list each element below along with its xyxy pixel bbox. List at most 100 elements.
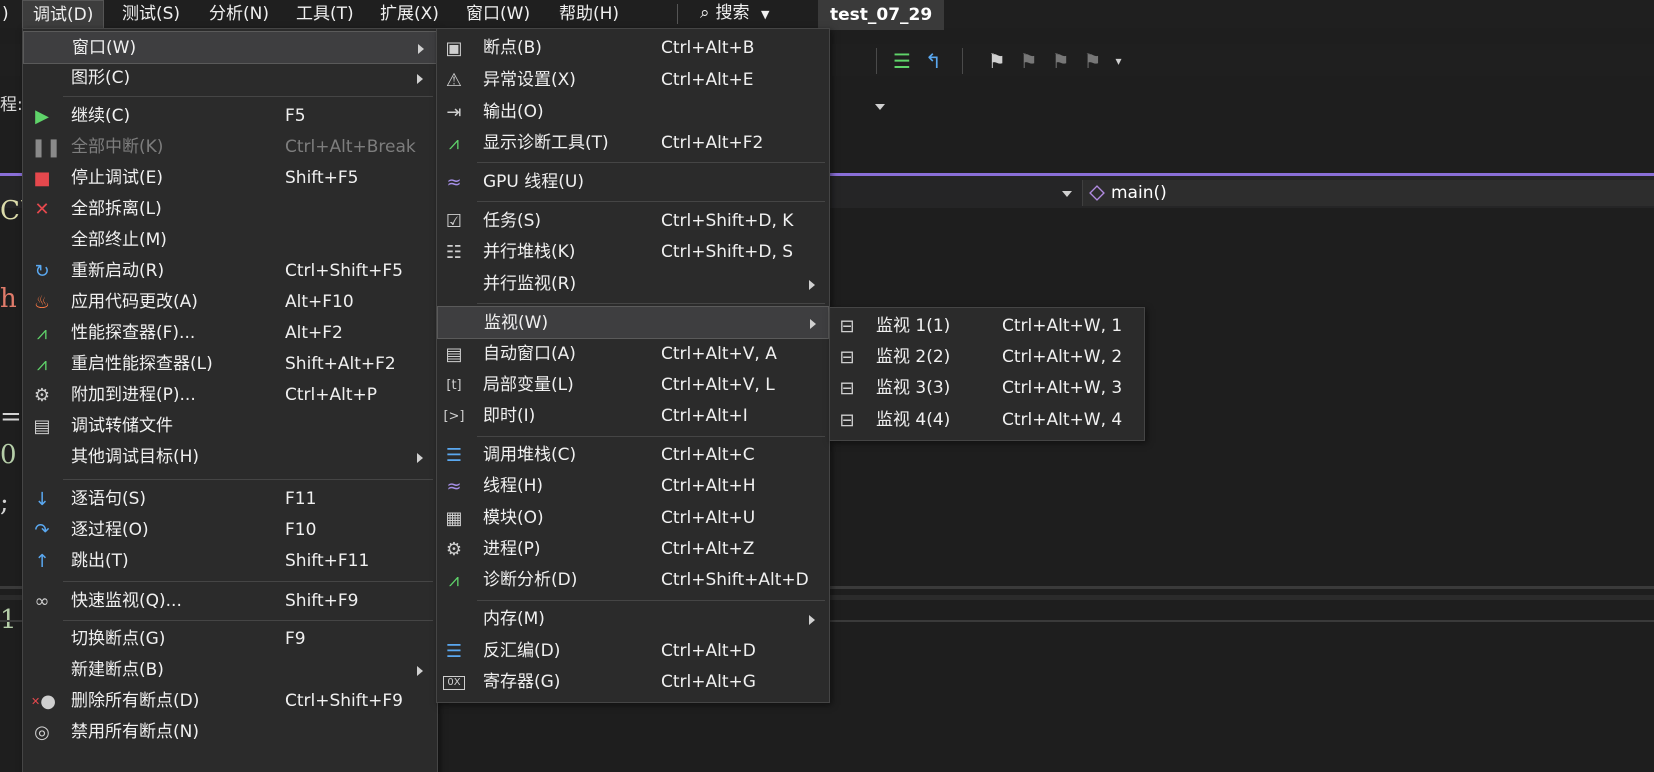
- menu-help[interactable]: 帮助(H): [549, 0, 629, 28]
- menu-item-shortcut: Ctrl+Alt+H: [661, 476, 756, 496]
- menu-separator: [63, 479, 433, 480]
- bookmark-next-icon[interactable]: ⚑: [1052, 49, 1070, 73]
- menu-item-label: 寄存器(G): [483, 672, 561, 692]
- menu-bar: ) 调试(D) 测试(S) 分析(N) 工具(T) 扩展(X) 窗口(W) 帮助…: [0, 0, 1654, 30]
- process-label: 程:: [0, 95, 23, 115]
- debug-menu-item-break-all[interactable]: ❚❚ 全部中断(K) Ctrl+Alt+Break: [23, 131, 437, 164]
- watch-window-icon: ⊟: [839, 347, 855, 368]
- window-item-memory[interactable]: 内存(M): [437, 603, 829, 636]
- debug-menu-item-continue[interactable]: ▶ 继续(C) F5: [23, 100, 437, 133]
- watch-item-2[interactable]: ⊟ 监视 2(2) Ctrl+Alt+W, 2: [830, 341, 1144, 374]
- debug-menu-item-detach-all[interactable]: ✕ 全部拆离(L): [23, 193, 437, 226]
- menu-tools[interactable]: 工具(T): [286, 0, 364, 28]
- overflow-icon[interactable]: ▾: [1115, 54, 1121, 68]
- debug-menu-item-terminate-all[interactable]: 全部终止(M): [23, 224, 437, 257]
- menu-item-shortcut: F11: [285, 489, 317, 509]
- window-item-registers[interactable]: 0X 寄存器(G) Ctrl+Alt+G: [437, 666, 829, 699]
- debug-menu-item-toggle-breakpoint[interactable]: 切换断点(G) F9: [23, 623, 437, 656]
- menu-item-shortcut: Ctrl+Shift+D, K: [661, 211, 794, 231]
- exception-settings-icon: ⚠: [445, 70, 463, 91]
- window-item-diagnostic-tools[interactable]: ⩘ 显示诊断工具(T) Ctrl+Alt+F2: [437, 127, 829, 160]
- watch-window-icon: ⊟: [839, 378, 855, 399]
- menu-item-shortcut: Alt+F2: [285, 323, 343, 343]
- menu-item-label: 监视(W): [484, 313, 549, 333]
- debug-menu-item-step-out[interactable]: ↑ 跳出(T) Shift+F11: [23, 545, 437, 578]
- window-item-tasks[interactable]: ☑ 任务(S) Ctrl+Shift+D, K: [437, 205, 829, 238]
- menu-item-shortcut: Ctrl+Alt+G: [661, 672, 756, 692]
- watch-item-3[interactable]: ⊟ 监视 3(3) Ctrl+Alt+W, 3: [830, 372, 1144, 405]
- menu-item-shortcut: Ctrl+Alt+E: [661, 70, 754, 90]
- menu-separator: [63, 581, 433, 582]
- window-item-call-stack[interactable]: ☰ 调用堆栈(C) Ctrl+Alt+C: [437, 439, 829, 472]
- disassembly-icon: ☰: [445, 641, 463, 662]
- debug-menu-item-restart-profiler[interactable]: ⩘ 重启性能探查器(L) Shift+Alt+F2: [23, 348, 437, 381]
- window-item-parallel-watch[interactable]: 并行监视(R): [437, 268, 829, 301]
- window-item-processes[interactable]: ⚙ 进程(P) Ctrl+Alt+Z: [437, 533, 829, 566]
- search-button[interactable]: ⌕ 搜索 ▼: [700, 0, 769, 26]
- window-item-autos[interactable]: ▤ 自动窗口(A) Ctrl+Alt+V, A: [437, 338, 829, 371]
- menu-analyze[interactable]: 分析(N): [199, 0, 279, 28]
- window-item-locals[interactable]: [t] 局部变量(L) Ctrl+Alt+V, L: [437, 369, 829, 402]
- pause-icon: ❚❚: [31, 137, 62, 158]
- debug-menu-item-quick-watch[interactable]: ∞ 快速监视(Q)... Shift+F9: [23, 585, 437, 618]
- disable-breakpoints-icon: ◎: [34, 722, 50, 743]
- debug-menu-item-restart[interactable]: ↻ 重新启动(R) Ctrl+Shift+F5: [23, 255, 437, 288]
- window-item-exception-settings[interactable]: ⚠ 异常设置(X) Ctrl+Alt+E: [437, 64, 829, 97]
- menu-separator: [677, 4, 678, 24]
- code-fragment: =: [0, 402, 22, 432]
- debug-menu-item-step-over[interactable]: ↷ 逐过程(O) F10: [23, 514, 437, 547]
- menu-item-label: 性能探查器(F)...: [71, 323, 196, 343]
- debug-menu-item-window[interactable]: 窗口(W): [23, 31, 437, 64]
- window-item-disassembly[interactable]: ☰ 反汇编(D) Ctrl+Alt+D: [437, 635, 829, 668]
- window-item-watch[interactable]: 监视(W): [437, 306, 829, 339]
- menu-item-label: 逐语句(S): [71, 489, 147, 509]
- menu-edge-fragment: ): [2, 4, 9, 24]
- debug-menu-item-disable-all-breakpoints[interactable]: ◎ 禁用所有断点(N): [23, 716, 437, 749]
- window-item-immediate[interactable]: [>] 即时(I) Ctrl+Alt+I: [437, 400, 829, 433]
- function-selector[interactable]: main(): [1082, 180, 1654, 206]
- autos-window-icon: ▤: [445, 344, 463, 365]
- menu-test[interactable]: 测试(S): [112, 0, 190, 28]
- outdent-icon[interactable]: ↰: [925, 49, 942, 73]
- watch-item-1[interactable]: ⊟ 监视 1(1) Ctrl+Alt+W, 1: [830, 310, 1144, 343]
- chevron-down-icon[interactable]: [1062, 191, 1072, 197]
- debug-menu-item-other-targets[interactable]: 其他调试目标(H): [23, 441, 437, 474]
- indent-icon[interactable]: ☰: [893, 49, 911, 73]
- menu-item-shortcut: Ctrl+Alt+P: [285, 385, 378, 405]
- chevron-down-icon[interactable]: [875, 104, 885, 110]
- debug-menu-item-graphics[interactable]: 图形(C): [23, 62, 437, 95]
- chevron-right-icon: [809, 615, 815, 625]
- bookmark-icon[interactable]: ⚑: [988, 49, 1006, 73]
- debug-menu-item-attach-to-process[interactable]: ⚙ 附加到进程(P)... Ctrl+Alt+P: [23, 379, 437, 412]
- menu-item-label: 全部拆离(L): [71, 199, 162, 219]
- menu-extensions[interactable]: 扩展(X): [370, 0, 449, 28]
- menu-item-shortcut: Ctrl+Alt+C: [661, 445, 755, 465]
- debug-menu-item-dump-file[interactable]: ▤ 调试转储文件: [23, 410, 437, 443]
- debug-menu-item-performance-profiler[interactable]: ⩘ 性能探查器(F)... Alt+F2: [23, 317, 437, 350]
- watch-item-4[interactable]: ⊟ 监视 4(4) Ctrl+Alt+W, 4: [830, 404, 1144, 437]
- bookmark-prev-icon[interactable]: ⚑: [1020, 49, 1038, 73]
- window-item-parallel-stacks[interactable]: ☷ 并行堆栈(K) Ctrl+Shift+D, S: [437, 236, 829, 269]
- menu-separator: [477, 162, 825, 163]
- menu-window[interactable]: 窗口(W): [456, 0, 540, 28]
- debug-menu-item-new-breakpoint[interactable]: 新建断点(B): [23, 654, 437, 687]
- menu-item-shortcut: Alt+F10: [285, 292, 354, 312]
- menu-separator: [63, 96, 433, 97]
- window-item-gpu-threads[interactable]: ≈ GPU 线程(U): [437, 166, 829, 199]
- play-icon: ▶: [35, 106, 49, 127]
- debug-menu-item-delete-all-breakpoints[interactable]: ✕● 删除所有断点(D) Ctrl+Shift+F9: [23, 685, 437, 718]
- window-item-breakpoints[interactable]: ▣ 断点(B) Ctrl+Alt+B: [437, 32, 829, 65]
- window-item-diagnostic-analysis[interactable]: ⩘ 诊断分析(D) Ctrl+Shift+Alt+D: [437, 564, 829, 597]
- menu-item-label: 重启性能探查器(L): [71, 354, 213, 374]
- menu-item-label: 附加到进程(P)...: [71, 385, 196, 405]
- debug-menu-item-apply-code-changes[interactable]: ♨ 应用代码更改(A) Alt+F10: [23, 286, 437, 319]
- menu-debug[interactable]: 调试(D): [22, 0, 105, 28]
- debug-menu-item-step-into[interactable]: ↓ 逐语句(S) F11: [23, 483, 437, 516]
- menu-item-label: 局部变量(L): [483, 375, 574, 395]
- window-item-modules[interactable]: ▦ 模块(O) Ctrl+Alt+U: [437, 502, 829, 535]
- menu-item-label: 显示诊断工具(T): [483, 133, 609, 153]
- bookmark-clear-icon[interactable]: ⚑: [1084, 49, 1102, 73]
- window-item-threads[interactable]: ≈ 线程(H) Ctrl+Alt+H: [437, 470, 829, 503]
- debug-menu-item-stop[interactable]: ■ 停止调试(E) Shift+F5: [23, 162, 437, 195]
- window-item-output[interactable]: ⇥ 输出(O): [437, 96, 829, 129]
